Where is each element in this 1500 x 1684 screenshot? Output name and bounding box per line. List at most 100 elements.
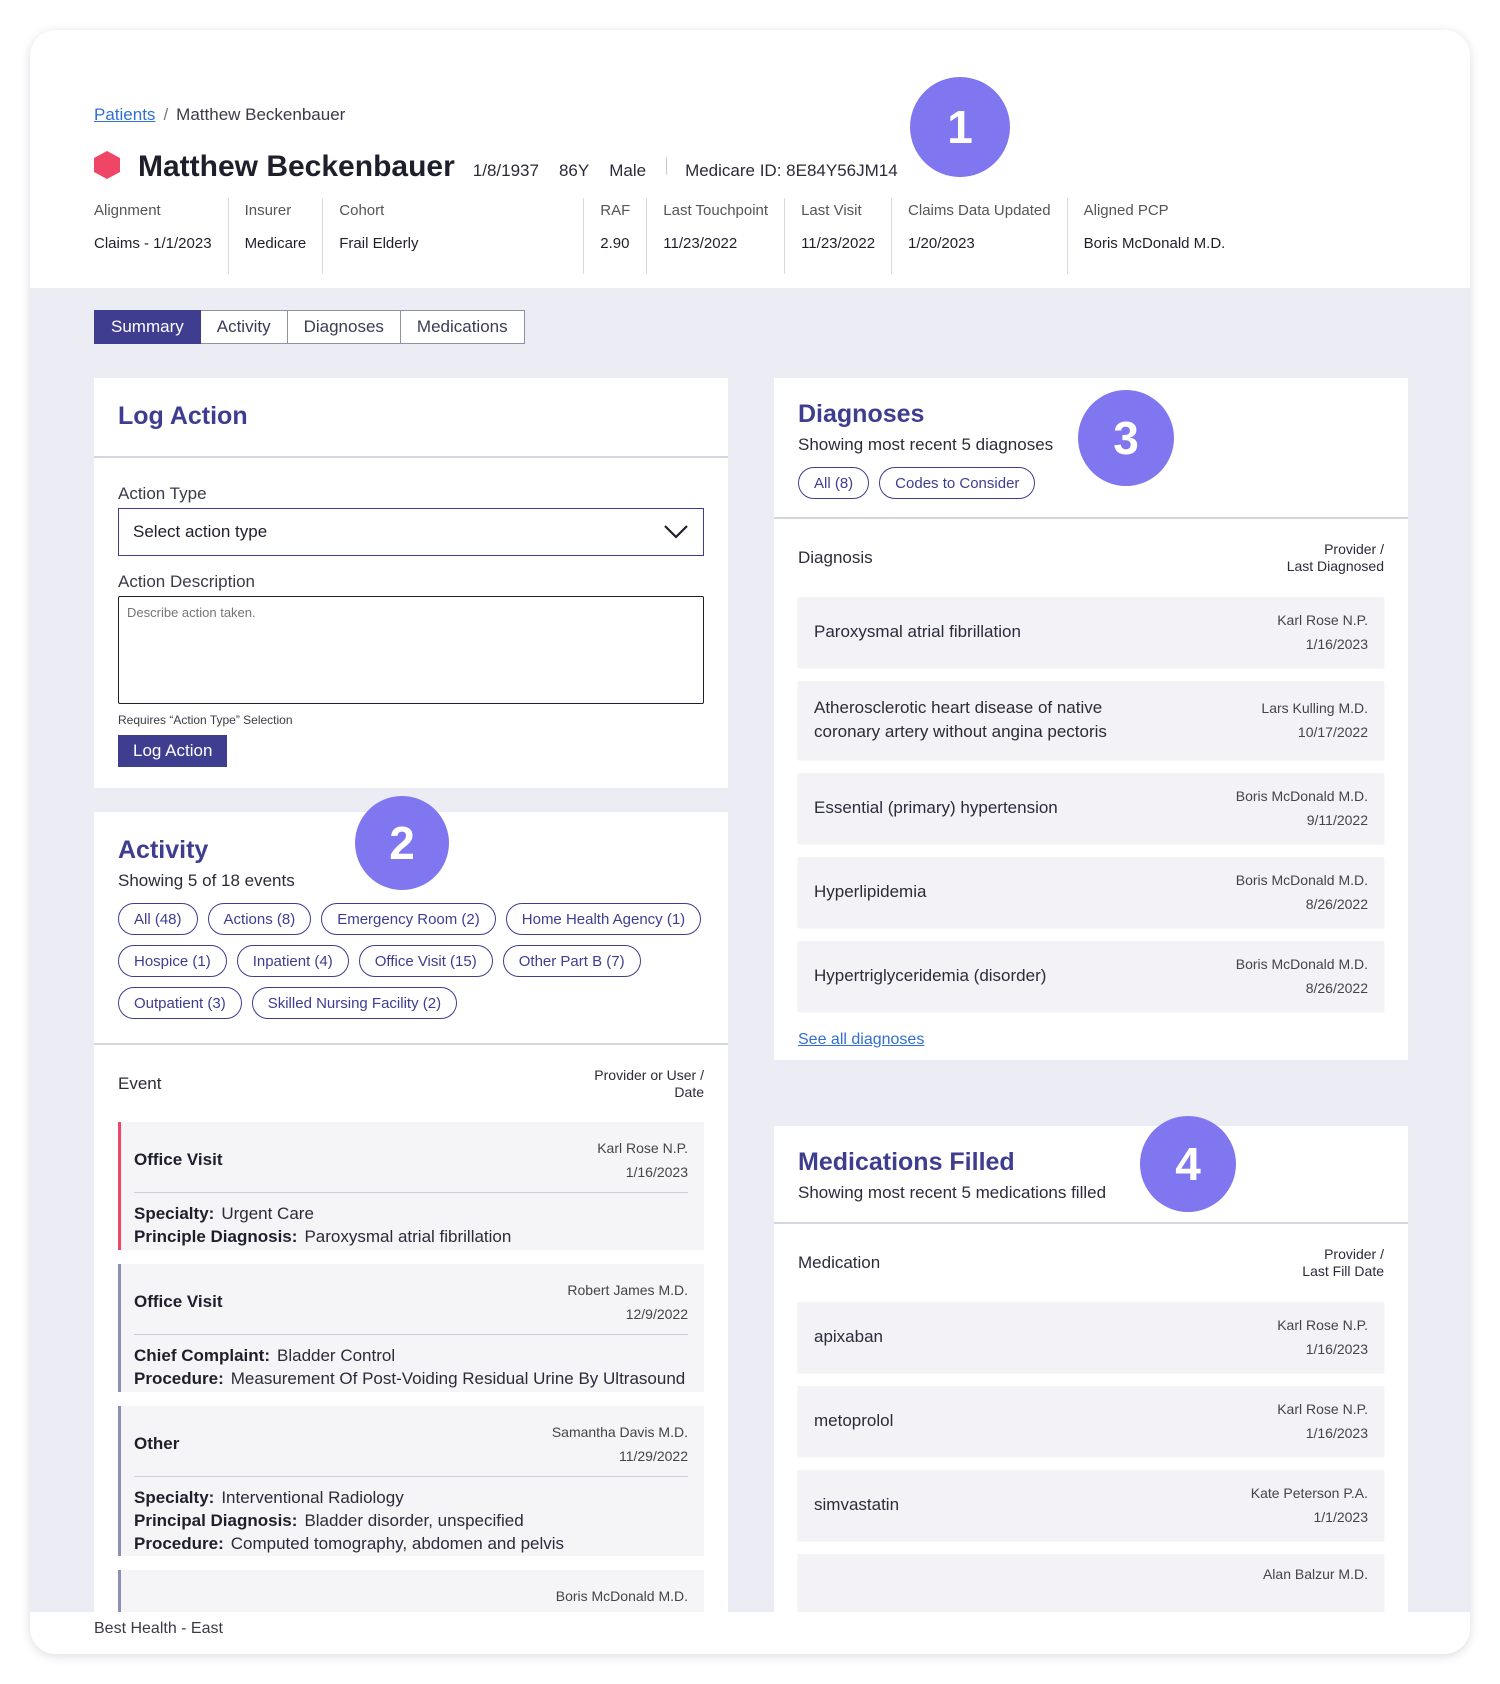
stat-aligned-pcp: Aligned PCP Boris McDonald M.D. — [1084, 198, 1242, 274]
activity-column-header: Event Provider or User / Date — [118, 1045, 704, 1122]
filter-outpatient[interactable]: Outpatient (3) — [118, 987, 242, 1019]
tab-diagnoses[interactable]: Diagnoses — [287, 310, 401, 344]
event-detail-row: Specialty: Urgent Care — [134, 1202, 688, 1225]
callout-badge-3: 3 — [1078, 390, 1174, 486]
stat-value: 11/23/2022 — [663, 235, 738, 252]
event-date: 11/29/2022 — [618, 1448, 688, 1464]
medication-column-label: Medication — [798, 1253, 881, 1272]
medication-row[interactable]: simvastatin Kate Peterson P.A. 1/1/2023 — [798, 1470, 1384, 1540]
filter-skilled-nursing-facility[interactable]: Skilled Nursing Facility (2) — [251, 987, 458, 1019]
log-action-card: Log Action Action Type Select action typ… — [94, 378, 728, 788]
diagnosis-provider: Boris McDonald M.D. — [1235, 956, 1368, 972]
diagnosis-name: Hypertriglyceridemia (disorder) — [814, 966, 1047, 985]
stat-claims-updated: Claims Data Updated 1/20/2023 — [908, 198, 1068, 274]
activity-event[interactable]: Office Visit Robert James M.D. 12/9/2022… — [118, 1264, 704, 1392]
diagnosis-row[interactable]: Atherosclerotic heart disease of native … — [798, 681, 1384, 759]
diagnosis-date: 9/11/2022 — [1306, 812, 1368, 828]
medications-card: Medications Filled Showing most recent 5… — [774, 1116, 1408, 1612]
medication-meta: Kate Peterson P.A. 1/1/2023 — [1251, 1481, 1368, 1529]
column-label-line: Provider / — [1324, 1246, 1384, 1262]
detail-key: Procedure: — [134, 1534, 224, 1553]
action-type-helper-text: Requires “Action Type” Selection — [118, 713, 293, 727]
diagnosis-row[interactable]: Hyperlipidemia Boris McDonald M.D. 8/26/2… — [798, 857, 1384, 927]
patient-header: Patients / Matthew Beckenbauer Matthew Bec… — [30, 30, 1470, 288]
stat-value: Frail Elderly — [339, 235, 419, 252]
medication-name: simvastatin — [814, 1495, 900, 1514]
diagnosis-meta: Boris McDonald M.D. 8/26/2022 — [1236, 868, 1368, 916]
medication-meta: Karl Rose N.P. 1/16/2023 — [1277, 1313, 1368, 1361]
medication-provider: Alan Balzur M.D. — [1262, 1566, 1368, 1582]
breadcrumb-separator: / — [163, 105, 169, 124]
event-detail-row: Principal Diagnosis: Bladder disorder, un… — [134, 1509, 688, 1532]
filter-all-diagnoses[interactable]: All (8) — [798, 467, 870, 499]
stat-value: Medicare — [244, 235, 307, 252]
filter-codes-to-consider[interactable]: Codes to Consider — [879, 467, 1036, 499]
filter-actions[interactable]: Actions (8) — [207, 903, 312, 935]
diagnosis-meta: Boris McDonald M.D. 8/26/2022 — [1236, 952, 1368, 1000]
event-meta: Samantha Davis M.D. 11/29/2022 — [552, 1420, 688, 1468]
diagnosis-name: Hyperlipidemia — [814, 882, 927, 901]
patient-medicare-id: Medicare ID: 8E84Y56JM14 — [685, 161, 898, 180]
stat-label: Last Visit — [801, 202, 862, 219]
detail-key: Chief Complaint: — [134, 1346, 270, 1365]
medication-row[interactable]: Alan Balzur M.D. — [798, 1554, 1384, 1612]
filter-emergency-room[interactable]: Emergency Room (2) — [321, 903, 496, 935]
activity-event[interactable]: Other Samantha Davis M.D. 11/29/2022 Spe… — [118, 1406, 704, 1556]
event-meta: Karl Rose N.P. 1/16/2023 — [597, 1136, 688, 1184]
diagnoses-card: Diagnoses Showing most recent 5 diagnose… — [774, 378, 1408, 1060]
action-description-label: Action Description — [118, 572, 256, 591]
tab-summary[interactable]: Summary — [94, 310, 201, 344]
provider-date-column-label: Provider or User / Date — [594, 1067, 704, 1101]
filter-other-part-b[interactable]: Other Part B (7) — [502, 945, 641, 977]
event-date: 12/9/2022 — [625, 1306, 688, 1322]
diagnosis-date: 10/17/2022 — [1297, 724, 1368, 740]
event-details: Specialty: Urgent Care Principle Diagnosi… — [134, 1193, 688, 1248]
diagnosis-row[interactable]: Paroxysmal atrial fibrillation Karl Rose… — [798, 597, 1384, 667]
event-meta: Robert James M.D. 12/9/2022 — [567, 1278, 688, 1326]
action-type-select[interactable]: Select action type — [118, 508, 704, 556]
filter-office-visit[interactable]: Office Visit (15) — [358, 945, 493, 977]
medications-subtitle: Showing most recent 5 medications filled — [798, 1183, 1107, 1202]
diagnosis-row[interactable]: Hypertriglyceridemia (disorder) Boris Mc… — [798, 941, 1384, 1011]
detail-value: Interventional Radiology — [221, 1488, 404, 1507]
action-description-textarea[interactable] — [118, 596, 704, 704]
filter-inpatient[interactable]: Inpatient (4) — [236, 945, 349, 977]
patient-age: 86Y — [558, 161, 590, 180]
medication-name: apixaban — [814, 1327, 884, 1346]
filter-hospice[interactable]: Hospice (1) — [118, 945, 227, 977]
event-provider: Boris McDonald M.D. — [555, 1588, 688, 1604]
stat-insurer: Insurer Medicare — [245, 198, 324, 274]
detail-value: Bladder disorder, unspecified — [304, 1511, 524, 1530]
medication-row[interactable]: metoprolol Karl Rose N.P. 1/16/2023 — [798, 1386, 1384, 1456]
chevron-down-icon — [664, 525, 688, 539]
event-detail-row: Principle Diagnosis: Paroxysmal atrial fi… — [134, 1225, 688, 1248]
event-provider: Samantha Davis M.D. — [551, 1424, 688, 1440]
medication-date: 1/16/2023 — [1305, 1425, 1368, 1441]
event-detail-row: Procedure: Measurement Of Post-Voiding Re… — [134, 1367, 688, 1390]
diagnosis-row[interactable]: Essential (primary) hypertension Boris M… — [798, 773, 1384, 843]
diagnoses-column-header: Diagnosis Provider / Last Diagnosed — [798, 519, 1384, 597]
event-provider: Karl Rose N.P. — [597, 1140, 688, 1156]
stat-raf: RAF 2.90 — [600, 198, 648, 274]
activity-event[interactable]: Office Visit Karl Rose N.P. 1/16/2023 Sp… — [118, 1122, 704, 1250]
see-all-diagnoses-link[interactable]: See all diagnoses — [798, 1031, 924, 1048]
detail-value: Computed tomography, abdomen and pelvis — [230, 1534, 565, 1553]
filter-home-health-agency[interactable]: Home Health Agency (1) — [505, 903, 702, 935]
diagnosis-date: 1/16/2023 — [1305, 636, 1368, 652]
tab-medications[interactable]: Medications — [400, 310, 525, 344]
breadcrumb-patients-link[interactable]: Patients — [94, 105, 155, 124]
patient-summary-row: Matthew Beckenbauer 1/8/1937 86Y Male Me… — [94, 148, 918, 184]
filter-all[interactable]: All (48) — [118, 903, 198, 935]
detail-key: Specialty: — [134, 1488, 215, 1507]
log-action-button[interactable]: Log Action — [118, 735, 228, 767]
detail-value: Bladder Control — [277, 1346, 396, 1365]
stat-value: 11/23/2022 — [801, 235, 876, 252]
event-details: Chief Complaint: Bladder Control Procedur… — [134, 1335, 688, 1390]
diagnosis-meta: Karl Rose N.P. 1/16/2023 — [1277, 608, 1368, 656]
medication-row[interactable]: apixaban Karl Rose N.P. 1/16/2023 — [798, 1302, 1384, 1372]
event-header: Office Visit Robert James M.D. 12/9/2022 — [134, 1278, 688, 1335]
divider — [666, 157, 668, 175]
activity-event[interactable]: Boris McDonald M.D. — [118, 1570, 704, 1612]
stat-label: Cohort — [339, 202, 385, 219]
tab-activity[interactable]: Activity — [200, 310, 288, 344]
